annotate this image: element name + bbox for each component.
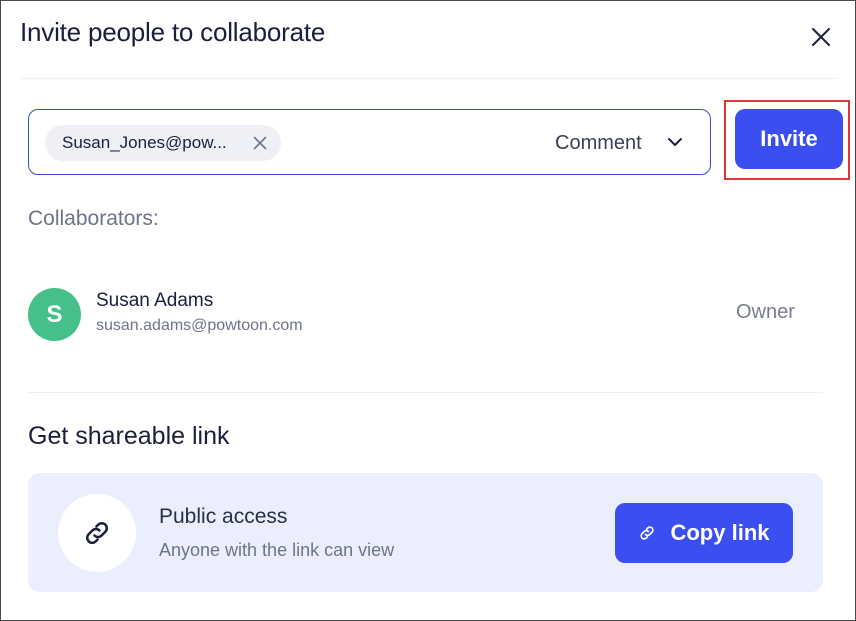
invite-dialog: Invite people to collaborate Susan_Jones…: [0, 0, 856, 621]
public-access-title: Public access: [159, 505, 288, 528]
section-divider: [28, 392, 823, 393]
chevron-down-icon: [668, 138, 682, 146]
collaborator-email: susan.adams@powtoon.com: [96, 317, 303, 334]
role-dropdown[interactable]: Comment: [555, 126, 695, 160]
shareable-link-heading: Get shareable link: [28, 422, 230, 450]
email-chip: Susan_Jones@pow...: [45, 125, 281, 161]
public-access-description: Anyone with the link can view: [159, 540, 395, 560]
invite-button[interactable]: Invite: [735, 109, 843, 169]
copy-link-button[interactable]: Copy link: [615, 503, 793, 563]
email-chip-remove-button[interactable]: [251, 134, 269, 152]
collaborators-heading: Collaborators:: [28, 207, 159, 230]
role-dropdown-value: Comment: [555, 131, 642, 154]
collaborator-name: Susan Adams: [96, 290, 214, 311]
dialog-title: Invite people to collaborate: [20, 17, 326, 47]
public-access-card: Public access Anyone with the link can v…: [28, 473, 823, 592]
invite-email-field[interactable]: Susan_Jones@pow... Comment: [28, 109, 711, 175]
close-icon: [253, 136, 267, 150]
link-icon: [85, 521, 109, 545]
link-icon: [640, 526, 655, 540]
email-chip-text: Susan_Jones@pow...: [62, 133, 227, 152]
avatar: S: [28, 288, 81, 341]
close-icon: [812, 28, 830, 46]
copy-link-label: Copy link: [670, 520, 770, 545]
close-button[interactable]: [807, 23, 835, 51]
collaborator-role: Owner: [736, 301, 795, 323]
header-divider: [20, 78, 838, 79]
link-icon-badge: [58, 494, 136, 572]
